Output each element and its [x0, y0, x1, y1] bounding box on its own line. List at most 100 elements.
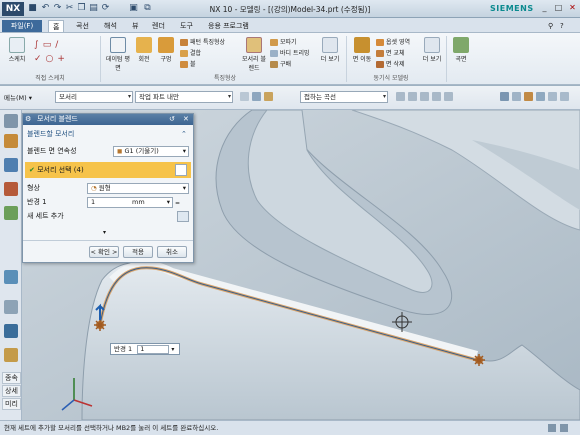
group-direct-sketch: 직접 스케치 [35, 75, 65, 82]
zoom-icon[interactable] [512, 92, 521, 101]
move-face-button[interactable]: 면 이동 [350, 37, 374, 63]
radius-input-tag[interactable]: 반경 1 1 ▾ [110, 343, 180, 355]
delete-face-item[interactable]: 면 삭제 [376, 59, 404, 68]
revolve-button[interactable]: 회전 [134, 37, 154, 63]
detail-panel-tab[interactable]: 상세 [2, 385, 21, 397]
curve-rule-dropdown[interactable]: 접하는 곡선 ▾ [300, 91, 388, 103]
close-icon[interactable]: ✕ [183, 114, 189, 125]
tab-tools[interactable]: 도구 [176, 20, 197, 32]
resource-bar: 종속 상세 미리 [0, 110, 22, 420]
divider [346, 36, 347, 82]
draft-item[interactable]: 구배 [270, 59, 291, 68]
render-style-icon[interactable] [524, 92, 533, 101]
tab-view[interactable]: 뷰 [128, 20, 142, 32]
more-sync-button[interactable]: 더 보기 [420, 37, 444, 63]
midpoint-icon[interactable] [420, 92, 429, 101]
type-filter-dropdown[interactable]: 모서리 ▾ [55, 91, 133, 103]
selection-toolbar: 메뉴(M) ▾ 모서리 ▾ 작업 파트 내만 ▾ 접하는 곡선 ▾ [0, 86, 580, 110]
preview-panel-tab[interactable]: 미리 [2, 398, 21, 410]
process-studio-icon[interactable] [4, 348, 18, 362]
chevron-down-icon: ▾ [171, 346, 175, 353]
group-feature: 특징형상 [213, 75, 237, 82]
system-materials-icon[interactable] [4, 324, 18, 338]
group-sync-modeling: 동기식 모델링 [373, 75, 409, 82]
add-set-icon[interactable] [177, 211, 189, 222]
assembly-navigator-icon[interactable] [4, 158, 18, 172]
continuity-dropdown[interactable]: ◼ G1 (기울기) ▾ [113, 146, 189, 157]
selection-scope-dropdown[interactable]: 작업 파트 내만 ▾ [135, 91, 233, 103]
snap-point-icon[interactable] [396, 92, 405, 101]
select-icon[interactable] [240, 92, 249, 101]
chevron-down-icon: ▾ [166, 198, 170, 206]
more-feature-button[interactable]: 더 보기 [318, 37, 342, 63]
chevron-down-icon: ▾ [182, 184, 186, 192]
shape-dropdown[interactable]: ◔ 원형 ▾ [87, 183, 189, 194]
chevron-up-icon: ⌃ [181, 130, 187, 138]
surface-button[interactable]: 곡면 [450, 37, 472, 63]
center-icon[interactable] [432, 92, 441, 101]
datum-plane-icon [110, 37, 126, 53]
offset-region-item[interactable]: 옵셋 영역 [376, 37, 410, 46]
circle-shape-icon: ◔ [91, 184, 97, 192]
endpoint-icon[interactable] [408, 92, 417, 101]
ok-button[interactable]: < 확인 > [89, 246, 119, 258]
equals-icon[interactable]: = [175, 197, 180, 210]
edge-select-icon[interactable] [175, 164, 187, 176]
edge-blend-icon [246, 37, 262, 53]
minimize-button[interactable]: _ [538, 2, 551, 14]
tab-analysis[interactable]: 해석 [100, 20, 121, 32]
tab-applications[interactable]: 응용 프로그램 [204, 20, 253, 32]
intersection-icon[interactable] [444, 92, 453, 101]
history-icon[interactable] [4, 300, 18, 314]
menu-button[interactable]: 메뉴(M) ▾ [4, 92, 32, 102]
help-icon[interactable]: ? [560, 22, 569, 30]
more-icon [322, 37, 338, 53]
unite-item[interactable]: 결합 [180, 48, 201, 57]
orient-view-icon[interactable] [536, 92, 545, 101]
cancel-button[interactable]: 취소 [157, 246, 187, 258]
tab-file[interactable]: 파일(F) [2, 20, 42, 32]
fit-view-icon[interactable] [500, 92, 509, 101]
snap-icon[interactable] [252, 92, 261, 101]
section-header-edges[interactable]: 블렌드할 모서리 ⌃ [27, 128, 191, 141]
part-navigator-icon[interactable] [4, 134, 18, 148]
tab-curve[interactable]: 곡선 [72, 20, 93, 32]
divider [446, 36, 447, 82]
web-browser-icon[interactable] [4, 270, 18, 284]
divider [23, 240, 193, 241]
dialog-title-bar[interactable]: ⚙ 모서리 블렌드 ↺ ✕ [23, 114, 193, 125]
reset-icon[interactable]: ↺ [169, 114, 175, 125]
gear-icon[interactable]: ⚙ [25, 114, 31, 125]
sketch-curve-icons[interactable]: ∫▭/✓○+ [34, 38, 96, 68]
close-button[interactable]: ✕ [566, 2, 579, 14]
edge-blend-button[interactable]: 모서리 블렌드 [240, 37, 268, 72]
filter-icon[interactable] [264, 92, 273, 101]
shell-item[interactable]: 블 [180, 59, 196, 68]
trim-body-item[interactable]: 바디 트리밍 [270, 48, 310, 57]
tab-home[interactable]: 홈 [48, 20, 65, 32]
hole-button[interactable]: 구멍 [156, 37, 176, 63]
select-edge-row[interactable]: ✔ 모서리 선택 (4) [25, 162, 191, 178]
surface-icon [453, 37, 469, 53]
pattern-feature-item[interactable]: 패턴 특징형상 [180, 37, 225, 46]
maximize-button[interactable]: □ [552, 2, 565, 14]
replace-face-item[interactable]: 면 교체 [376, 48, 404, 57]
sketch-button[interactable]: 스케치 [4, 37, 30, 63]
apply-button[interactable]: 적용 [123, 246, 153, 258]
tab-render[interactable]: 렌더 [148, 20, 169, 32]
settings-icon[interactable] [560, 92, 569, 101]
reuse-library-icon[interactable] [4, 206, 18, 220]
radius-input[interactable]: 1 mm ▾ [87, 197, 173, 208]
datum-plane-button[interactable]: 데이텀 평면 [104, 37, 132, 72]
dependent-panel-tab[interactable]: 종속 [2, 372, 21, 384]
chamfer-item[interactable]: 모따기 [270, 37, 297, 46]
radius-tag-value-field[interactable]: 1 [137, 344, 170, 354]
gear-icon[interactable] [4, 114, 18, 128]
expand-more-icon[interactable]: ▾ [103, 229, 106, 236]
ribbon-tabs: 파일(F) 홈 곡선 해석 뷰 렌더 도구 응용 프로그램 ⚲ ? [0, 18, 580, 33]
layer-icon[interactable] [548, 92, 557, 101]
status-icon [560, 424, 568, 432]
search-icon[interactable]: ⚲ [548, 22, 557, 30]
constraint-navigator-icon[interactable] [4, 182, 18, 196]
hole-icon [158, 37, 174, 53]
